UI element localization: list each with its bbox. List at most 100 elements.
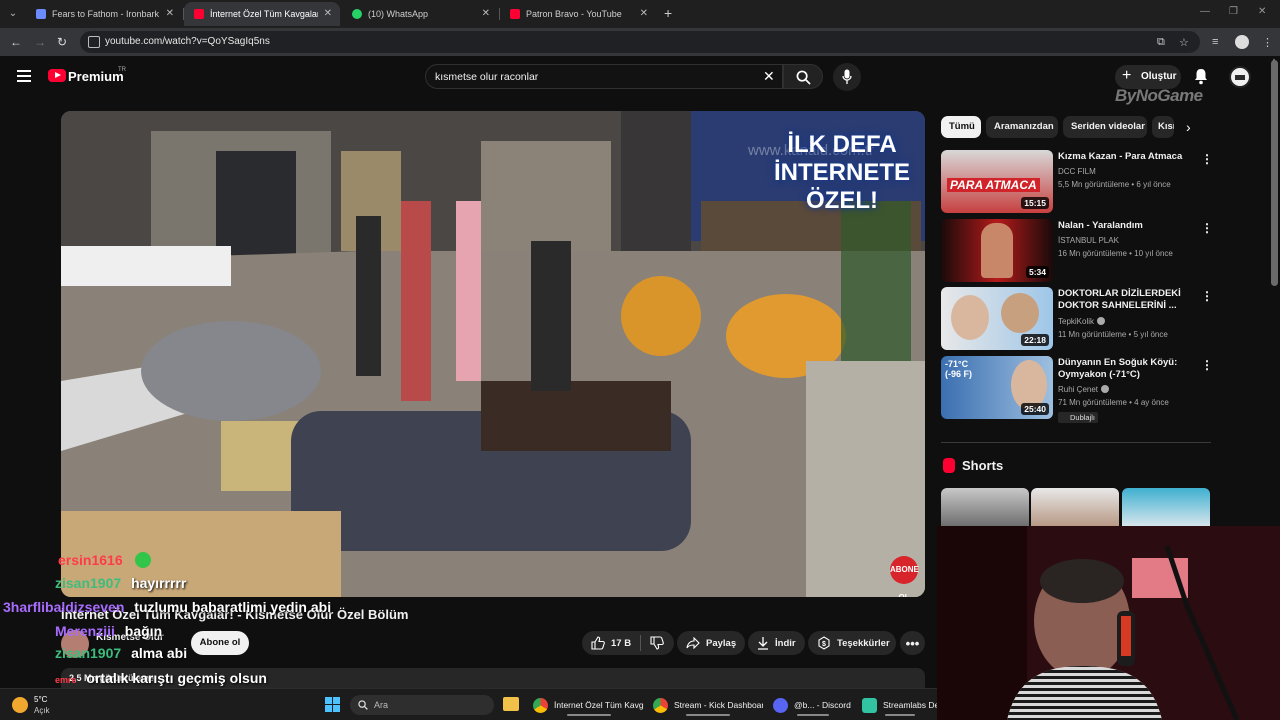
chrome-icon: [653, 697, 668, 713]
chip-from-series[interactable]: Seriden videolar: [1063, 116, 1147, 138]
video-player[interactable]: www.kanald.com.tr İLK DEFA İNTERNETE ÖZE…: [61, 111, 925, 597]
rec-channel[interactable]: TepkiKolik: [1058, 317, 1106, 326]
install-app-icon[interactable]: ⧉: [1157, 36, 1165, 49]
windows-taskbar: 5°C Açık Ara İnternet Özel Tüm Kavg Stre…: [0, 688, 937, 720]
rec-channel[interactable]: Ruhi Çenet: [1058, 385, 1110, 394]
tab-close-icon[interactable]: ✕: [640, 8, 648, 19]
rec-title[interactable]: Dünyanın En Soğuk Köyü: Oymyakon (-71°C): [1058, 357, 1198, 381]
shorts-heading: Shorts: [962, 458, 1004, 473]
chat-message: ersin1616: [58, 552, 151, 568]
recommendation-item[interactable]: 5:34 Nalan - Yaralandım İSTANBUL PLAK 16…: [941, 219, 1213, 283]
account-avatar[interactable]: [1229, 66, 1251, 88]
more-vertical-icon[interactable]: ⋮: [1201, 221, 1213, 235]
weather-sun-icon[interactable]: [12, 697, 28, 713]
search-input[interactable]: kısmetse olur raconlar: [425, 64, 783, 89]
hamburger-menu-icon[interactable]: [17, 70, 31, 82]
video-thumbnail[interactable]: 5:34: [941, 219, 1053, 282]
recommendation-item[interactable]: PARA ATMACA 15:15 Kızma Kazan - Para Atm…: [941, 150, 1213, 214]
thanks-button[interactable]: $ Teşekkürler: [808, 631, 896, 655]
bookmark-star-icon[interactable]: ☆: [1179, 36, 1189, 49]
download-button[interactable]: İndir: [748, 631, 805, 655]
share-icon: [686, 637, 700, 649]
like-button[interactable]: 17 B: [582, 636, 640, 650]
rec-title[interactable]: Kızma Kazan - Para Atmaca: [1058, 151, 1198, 163]
like-dislike-group: 17 B: [582, 631, 674, 655]
search-icon: [796, 70, 811, 85]
reload-icon[interactable]: ↻: [57, 35, 67, 49]
tab-close-icon[interactable]: ✕: [324, 8, 332, 19]
more-vertical-icon[interactable]: ⋮: [1201, 358, 1213, 372]
thumbnail-caption: PARA ATMACA: [947, 178, 1040, 192]
tab-whatsapp[interactable]: (10) WhatsApp ✕: [342, 2, 498, 26]
youtube-logo-icon[interactable]: [48, 69, 66, 82]
taskbar-chrome-kick[interactable]: Stream - Kick Dashboar: [653, 694, 763, 716]
chip-from-search[interactable]: Aramanızdan: [986, 116, 1058, 138]
chat-text: hayırrrrr: [131, 575, 187, 591]
share-button[interactable]: Paylaş: [677, 631, 745, 655]
promo-overlay: İLK DEFA İNTERNETE ÖZEL!: [759, 131, 925, 215]
verified-badge-icon: [1101, 385, 1110, 393]
divider: [941, 442, 1211, 443]
close-window-icon[interactable]: ✕: [1258, 6, 1266, 17]
dislike-button[interactable]: [641, 636, 670, 650]
taskbar-discord[interactable]: @b... - Discord: [773, 694, 853, 716]
rec-title[interactable]: DOKTORLAR DİZİLERDEKİ DOKTOR SAHNELERİNİ…: [1058, 288, 1198, 312]
short-thumbnail[interactable]: [1031, 488, 1119, 528]
rec-channel[interactable]: DCC FILM: [1058, 167, 1096, 176]
video-thumbnail[interactable]: 22:18: [941, 287, 1053, 350]
more-actions-button[interactable]: •••: [900, 631, 925, 655]
recommendation-item[interactable]: -71°C (-96 F) 25:40 Dünyanın En Soğuk Kö…: [941, 356, 1213, 428]
clear-search-icon[interactable]: ✕: [763, 68, 775, 85]
youtube-icon: [510, 9, 520, 19]
rec-channel[interactable]: İSTANBUL PLAK: [1058, 236, 1119, 245]
tab-search-icon[interactable]: ⌄: [4, 5, 22, 23]
windows-start-icon[interactable]: [325, 697, 341, 713]
region-code: TR: [118, 67, 126, 73]
chip-channel[interactable]: Kısmetse Olur: [1152, 116, 1174, 138]
rec-title[interactable]: Nalan - Yaralandım: [1058, 220, 1198, 232]
tab-label: (10) WhatsApp: [368, 9, 429, 19]
short-thumbnail[interactable]: [1122, 488, 1210, 528]
minimize-icon[interactable]: —: [1200, 6, 1210, 17]
taskbar-streamlabs[interactable]: Streamlabs Des: [862, 694, 937, 716]
weather-temperature[interactable]: 5°C: [34, 695, 47, 704]
more-vertical-icon[interactable]: ⋮: [1201, 289, 1213, 303]
video-thumbnail[interactable]: -71°C (-96 F) 25:40: [941, 356, 1053, 419]
file-explorer-icon[interactable]: [503, 697, 519, 711]
search-query: kısmetse olur raconlar: [435, 71, 539, 83]
page-scrollbar[interactable]: [1271, 60, 1278, 286]
chevron-right-icon[interactable]: ›: [1186, 119, 1191, 135]
maximize-icon[interactable]: ❐: [1229, 6, 1238, 17]
chat-text: tuzlumu babaratlimi yedin abi: [134, 599, 332, 615]
voice-search-button[interactable]: [833, 63, 861, 91]
site-info-icon[interactable]: [88, 36, 100, 48]
taskbar-chrome-youtube[interactable]: İnternet Özel Tüm Kavg: [533, 694, 645, 716]
new-tab-plus-icon[interactable]: +: [664, 5, 672, 21]
tab-fears-to-fathom[interactable]: Fears to Fathom - Ironbark Lookout ✕: [26, 2, 182, 26]
browser-menu-icon[interactable]: ⋮: [1262, 36, 1273, 49]
address-bar[interactable]: youtube.com/watch?v=QoYSagIq5ns: [80, 31, 1200, 53]
chip-all[interactable]: Tümü: [941, 116, 981, 138]
subscribe-button[interactable]: Abone ol: [191, 631, 249, 655]
tab-close-icon[interactable]: ✕: [482, 8, 490, 19]
tab-close-icon[interactable]: ✕: [166, 8, 174, 19]
browser-tab-bar: ⌄ Fears to Fathom - Ironbark Lookout ✕ İ…: [0, 0, 1280, 28]
promo-line-1: İLK DEFA: [787, 131, 897, 158]
browser-profile-avatar[interactable]: [1235, 35, 1249, 49]
back-arrow-icon[interactable]: ←: [10, 35, 22, 49]
search-button[interactable]: [783, 64, 823, 89]
tab-patron-bravo[interactable]: Patron Bravo - YouTube ✕: [500, 2, 656, 26]
tab-list-icon[interactable]: ≡: [1212, 36, 1218, 48]
short-thumbnail[interactable]: [941, 488, 1029, 528]
forward-arrow-icon[interactable]: →: [34, 35, 46, 49]
more-horizontal-icon: •••: [905, 635, 920, 651]
more-vertical-icon[interactable]: ⋮: [1201, 152, 1213, 166]
youtube-premium-logo[interactable]: Premium: [68, 69, 124, 84]
recommendation-item[interactable]: 22:18 DOKTORLAR DİZİLERDEKİ DOKTOR SAHNE…: [941, 287, 1213, 351]
chat-text: ortalık karıştı geçmiş olsun: [86, 670, 267, 686]
weather-description[interactable]: Açık: [34, 706, 50, 715]
taskbar-search[interactable]: Ara: [350, 695, 494, 715]
tab-youtube-video[interactable]: İnternet Özel Tüm Kavgalar! - Kısmetse O…: [184, 2, 340, 26]
video-thumbnail[interactable]: PARA ATMACA 15:15: [941, 150, 1053, 213]
chat-message: zisan1907 alma abi: [55, 645, 187, 661]
